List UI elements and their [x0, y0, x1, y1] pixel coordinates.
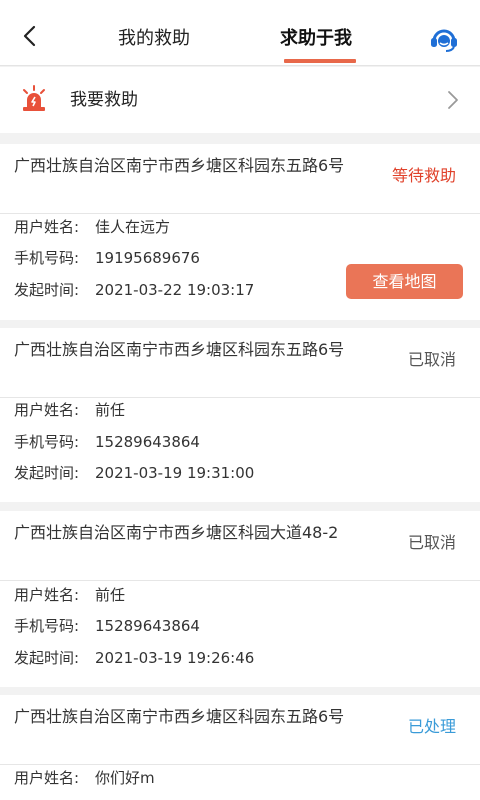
phone-value: 15289643864 — [95, 617, 200, 635]
user-name-row: 用户姓名: 前任 — [14, 584, 125, 606]
request-address: 广西壮族自治区南宁市西乡塘区科园东五路6号 — [14, 156, 345, 175]
field-label: 手机号码: — [14, 617, 80, 635]
status-badge: 已处理 — [407, 717, 456, 736]
time-row: 发起时间: 2021-03-19 19:26:46 — [14, 647, 254, 669]
view-map-button[interactable]: 查看地图 — [346, 264, 463, 299]
card-header: 广西壮族自治区南宁市西乡塘区科园东五路6号 等待救助 — [0, 144, 480, 214]
field-label: 手机号码: — [14, 433, 80, 451]
back-arrow-icon[interactable] — [18, 24, 42, 48]
field-label: 发起时间: — [14, 464, 80, 482]
request-address: 广西壮族自治区南宁市西乡塘区科园东五路6号 — [14, 340, 345, 359]
user-name-value: 前任 — [95, 401, 126, 419]
user-name-value: 佳人在远方 — [95, 218, 171, 236]
field-label: 用户姓名: — [14, 586, 80, 604]
field-label: 用户姓名: — [14, 218, 80, 236]
user-name-value: 你们好m — [95, 769, 155, 787]
field-label: 发起时间: — [14, 649, 80, 667]
phone-row: 手机号码: 19195689676 — [14, 247, 200, 269]
field-label: 用户姓名: — [14, 769, 80, 787]
field-label: 用户姓名: — [14, 401, 80, 419]
field-label: 手机号码: — [14, 249, 80, 267]
status-badge: 已取消 — [407, 533, 456, 552]
customer-service-icon[interactable] — [428, 24, 460, 52]
top-nav-bar: 我的救助 求助于我 — [0, 0, 480, 66]
status-badge: 等待救助 — [391, 166, 456, 185]
time-value: 2021-03-22 19:03:17 — [95, 281, 255, 299]
phone-row: 手机号码: 15289643864 — [14, 615, 200, 637]
time-row: 发起时间: 2021-03-19 19:31:00 — [14, 462, 254, 484]
tab-my-rescue[interactable]: 我的救助 — [118, 26, 190, 52]
user-name-row: 用户姓名: 佳人在远方 — [14, 216, 170, 238]
time-row: 发起时间: 2021-03-22 19:03:17 — [14, 279, 254, 301]
user-name-row: 用户姓名: 前任 — [14, 399, 125, 421]
field-label: 发起时间: — [14, 281, 80, 299]
request-address: 广西壮族自治区南宁市西乡塘区科园东五路6号 — [14, 707, 345, 726]
rescue-entry-row[interactable]: 我要救助 — [0, 67, 480, 133]
tab-help-me[interactable]: 求助于我 — [280, 26, 352, 52]
card-header: 广西壮族自治区南宁市西乡塘区科园东五路6号 已处理 — [0, 695, 480, 765]
request-address: 广西壮族自治区南宁市西乡塘区科园大道48-2 — [14, 523, 339, 542]
active-tab-indicator — [284, 59, 356, 63]
rescue-entry-label: 我要救助 — [70, 90, 138, 110]
phone-row: 手机号码: 15289643864 — [14, 431, 200, 453]
time-value: 2021-03-19 19:26:46 — [95, 649, 255, 667]
time-value: 2021-03-19 19:31:00 — [95, 464, 255, 482]
request-card: 广西壮族自治区南宁市西乡塘区科园东五路6号 已取消 用户姓名: 前任 手机号码: 1… — [0, 328, 480, 502]
status-badge: 已取消 — [407, 350, 456, 369]
user-name-value: 前任 — [95, 586, 126, 604]
request-card: 广西壮族自治区南宁市西乡塘区科园东五路6号 等待救助 用户姓名: 佳人在远方 手机… — [0, 144, 480, 320]
phone-value: 19195689676 — [95, 249, 200, 267]
chevron-right-icon — [448, 91, 458, 109]
card-header: 广西壮族自治区南宁市西乡塘区科园东五路6号 已取消 — [0, 328, 480, 398]
phone-value: 15289643864 — [95, 433, 200, 451]
user-name-row: 用户姓名: 你们好m — [14, 767, 155, 789]
card-header: 广西壮族自治区南宁市西乡塘区科园大道48-2 已取消 — [0, 511, 480, 581]
request-card: 广西壮族自治区南宁市西乡塘区科园大道48-2 已取消 用户姓名: 前任 手机号码:… — [0, 511, 480, 687]
request-card: 广西壮族自治区南宁市西乡塘区科园东五路6号 已处理 用户姓名: 你们好m — [0, 695, 480, 800]
siren-alarm-icon — [23, 85, 45, 111]
